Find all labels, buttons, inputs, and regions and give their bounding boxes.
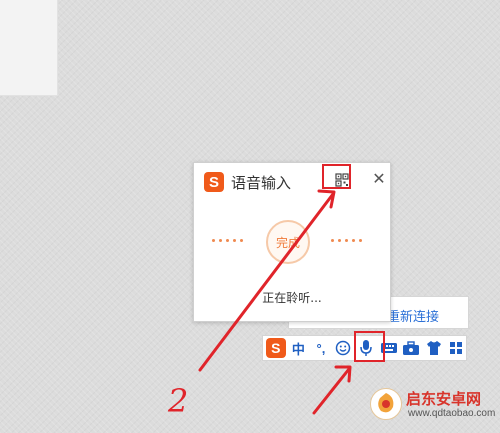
watermark-title: 启东安卓网	[406, 390, 482, 408]
sogou-logo-icon[interactable]: S	[266, 338, 286, 358]
close-button[interactable]: ✕	[371, 170, 387, 188]
sogou-logo-icon: S	[204, 172, 224, 192]
toolbox-icon[interactable]	[401, 338, 421, 358]
voice-input-popup: S 语音输入 ✕ 完成 正在聆听...	[193, 162, 391, 322]
watermark-logo-icon	[370, 388, 402, 420]
waveform-right	[331, 239, 362, 242]
done-button[interactable]: 完成	[266, 220, 310, 264]
popup-title: 语音输入	[231, 174, 292, 192]
skin-icon[interactable]	[424, 338, 444, 358]
reconnect-link[interactable]: 重新连接	[387, 306, 439, 325]
arrow-head-mic	[334, 365, 352, 383]
watermark-url: www.qdtaobao.com	[408, 408, 496, 419]
waveform-left	[212, 239, 243, 242]
annotation-number: 2	[167, 382, 188, 420]
emoji-icon[interactable]	[334, 338, 354, 358]
language-toggle[interactable]: 中	[289, 338, 309, 358]
qr-highlight-box	[322, 164, 351, 189]
popup-header: S 语音输入 ✕	[194, 163, 390, 199]
arrow-to-mic	[312, 367, 351, 415]
menu-grid-icon[interactable]	[447, 338, 467, 358]
punctuation-toggle[interactable]: °,	[311, 338, 331, 358]
site-watermark: 启东安卓网 www.qdtaobao.com	[368, 386, 496, 430]
listening-status: 正在聆听...	[262, 291, 322, 305]
background-panel	[0, 0, 58, 96]
microphone-highlight-box	[354, 331, 385, 362]
